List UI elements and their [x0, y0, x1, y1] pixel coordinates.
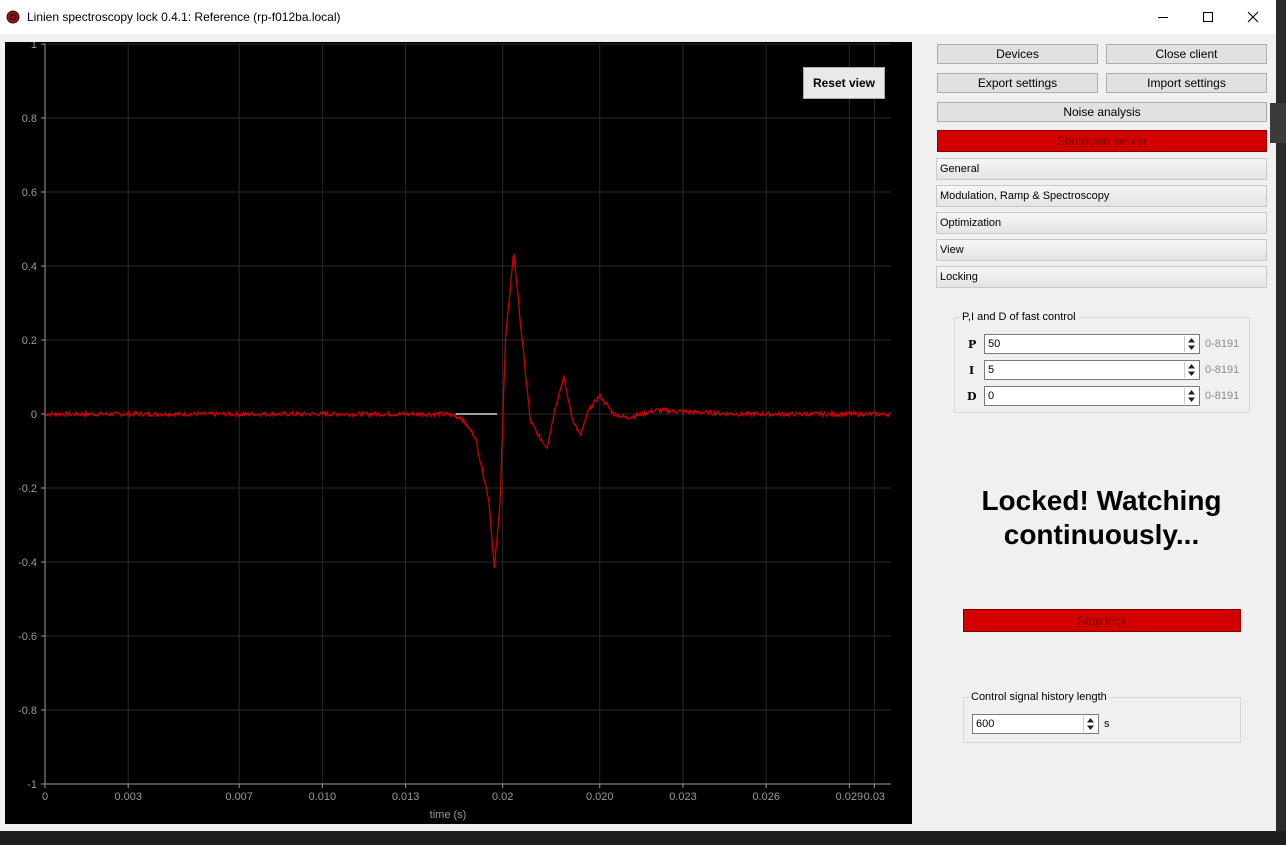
reset-view-button[interactable]: Reset view	[803, 67, 885, 99]
d-spinbox[interactable]: 0	[984, 386, 1200, 406]
y-tick-label: -0.8	[18, 705, 37, 717]
i-value: 5	[988, 364, 995, 376]
spin-arrows-icon[interactable]	[1083, 716, 1097, 732]
x-tick-label: 0.007	[225, 791, 253, 803]
background-window-fragment	[1270, 103, 1286, 143]
stop-lock-button[interactable]: Stop lock	[963, 609, 1241, 632]
spin-arrows-icon[interactable]	[1184, 362, 1198, 378]
x-tick-label: 0.010	[309, 791, 337, 803]
x-tick-label: 0.029	[836, 791, 864, 803]
history-unit: s	[1104, 718, 1110, 730]
p-label: P	[968, 338, 977, 351]
x-tick-label: 0.020	[586, 791, 614, 803]
history-group-title: Control signal history length	[969, 691, 1109, 703]
p-spinbox[interactable]: 50	[984, 334, 1200, 354]
history-length-value: 600	[976, 718, 995, 730]
minimize-button[interactable]	[1140, 0, 1186, 34]
y-tick-label: -0.6	[18, 631, 37, 643]
x-tick-label: 0.003	[114, 791, 142, 803]
d-label: D	[967, 390, 977, 403]
y-tick-label: 0.6	[22, 187, 37, 199]
plot-canvas[interactable]: 1 0.8 0.6 0.4 0.2 0 -0.2 -0.4 -0.6 -0.8 -1 0 0.003 0.…	[5, 42, 912, 824]
section-optimization[interactable]: Optimization	[936, 212, 1267, 234]
y-tick-label: -0.2	[18, 483, 37, 495]
d-range: 0-8191	[1205, 390, 1240, 402]
y-tick-label: 0.8	[22, 113, 37, 125]
lock-status-line2: continuously...	[1003, 519, 1200, 550]
section-modulation[interactable]: Modulation, Ramp & Spectroscopy	[936, 185, 1267, 207]
x-tick-label: 0.013	[392, 791, 420, 803]
pid-group-title: P,I and D of fast control	[960, 311, 1078, 323]
p-value: 50	[988, 338, 1001, 350]
close-client-button[interactable]: Close client	[1106, 44, 1267, 64]
section-view[interactable]: View	[936, 239, 1267, 261]
lock-status-text: Locked! Watching continuously...	[936, 484, 1267, 552]
maximize-button[interactable]	[1185, 0, 1231, 34]
i-label: I	[969, 364, 975, 377]
shutdown-server-button[interactable]: Shutdown server	[937, 130, 1267, 152]
import-settings-button[interactable]: Import settings	[1106, 73, 1267, 93]
app-window: Linien spectroscopy lock 0.4.1: Referenc…	[0, 0, 1276, 831]
y-tick-label: 0.4	[22, 261, 37, 273]
x-tick-label: 0	[42, 791, 48, 803]
i-spinbox[interactable]: 5	[984, 360, 1200, 380]
export-settings-button[interactable]: Export settings	[937, 73, 1098, 93]
y-tick-label: 1	[31, 42, 37, 51]
noise-analysis-button[interactable]: Noise analysis	[937, 102, 1267, 122]
y-tick-label: 0.2	[22, 335, 37, 347]
y-tick-label: -1	[27, 779, 37, 791]
x-tick-label: 0.026	[752, 791, 780, 803]
lock-status-line1: Locked! Watching	[981, 485, 1222, 516]
x-tick-label: 0.02	[492, 791, 513, 803]
signal-plot[interactable]: 1 0.8 0.6 0.4 0.2 0 -0.2 -0.4 -0.6 -0.8 -1 0 0.003 0.…	[5, 42, 912, 824]
x-tick-label: 0.03	[864, 791, 885, 803]
background-taskbar-strip	[0, 831, 1286, 845]
p-range: 0-8191	[1205, 338, 1240, 350]
spin-arrows-icon[interactable]	[1184, 388, 1198, 404]
x-tick-label: 0.023	[669, 791, 697, 803]
maximize-icon	[1203, 12, 1213, 22]
title-bar: Linien spectroscopy lock 0.4.1: Referenc…	[0, 0, 1276, 34]
spin-arrows-icon[interactable]	[1184, 336, 1198, 352]
minimize-icon	[1158, 17, 1168, 18]
d-value: 0	[988, 390, 995, 402]
window-title: Linien spectroscopy lock 0.4.1: Referenc…	[27, 10, 341, 24]
y-tick-label: -0.4	[18, 557, 37, 569]
close-icon	[1247, 11, 1259, 23]
section-locking[interactable]: Locking	[936, 266, 1267, 288]
linien-logo-icon	[6, 10, 20, 24]
signal-series-line	[44, 252, 892, 569]
i-range: 0-8191	[1205, 364, 1240, 376]
devices-button[interactable]: Devices	[937, 44, 1098, 64]
history-length-spinbox[interactable]: 600	[972, 714, 1099, 734]
close-window-button[interactable]	[1230, 0, 1276, 34]
section-general[interactable]: General	[936, 158, 1267, 180]
y-tick-label: 0	[31, 409, 37, 421]
x-axis-label: time (s)	[430, 809, 467, 821]
